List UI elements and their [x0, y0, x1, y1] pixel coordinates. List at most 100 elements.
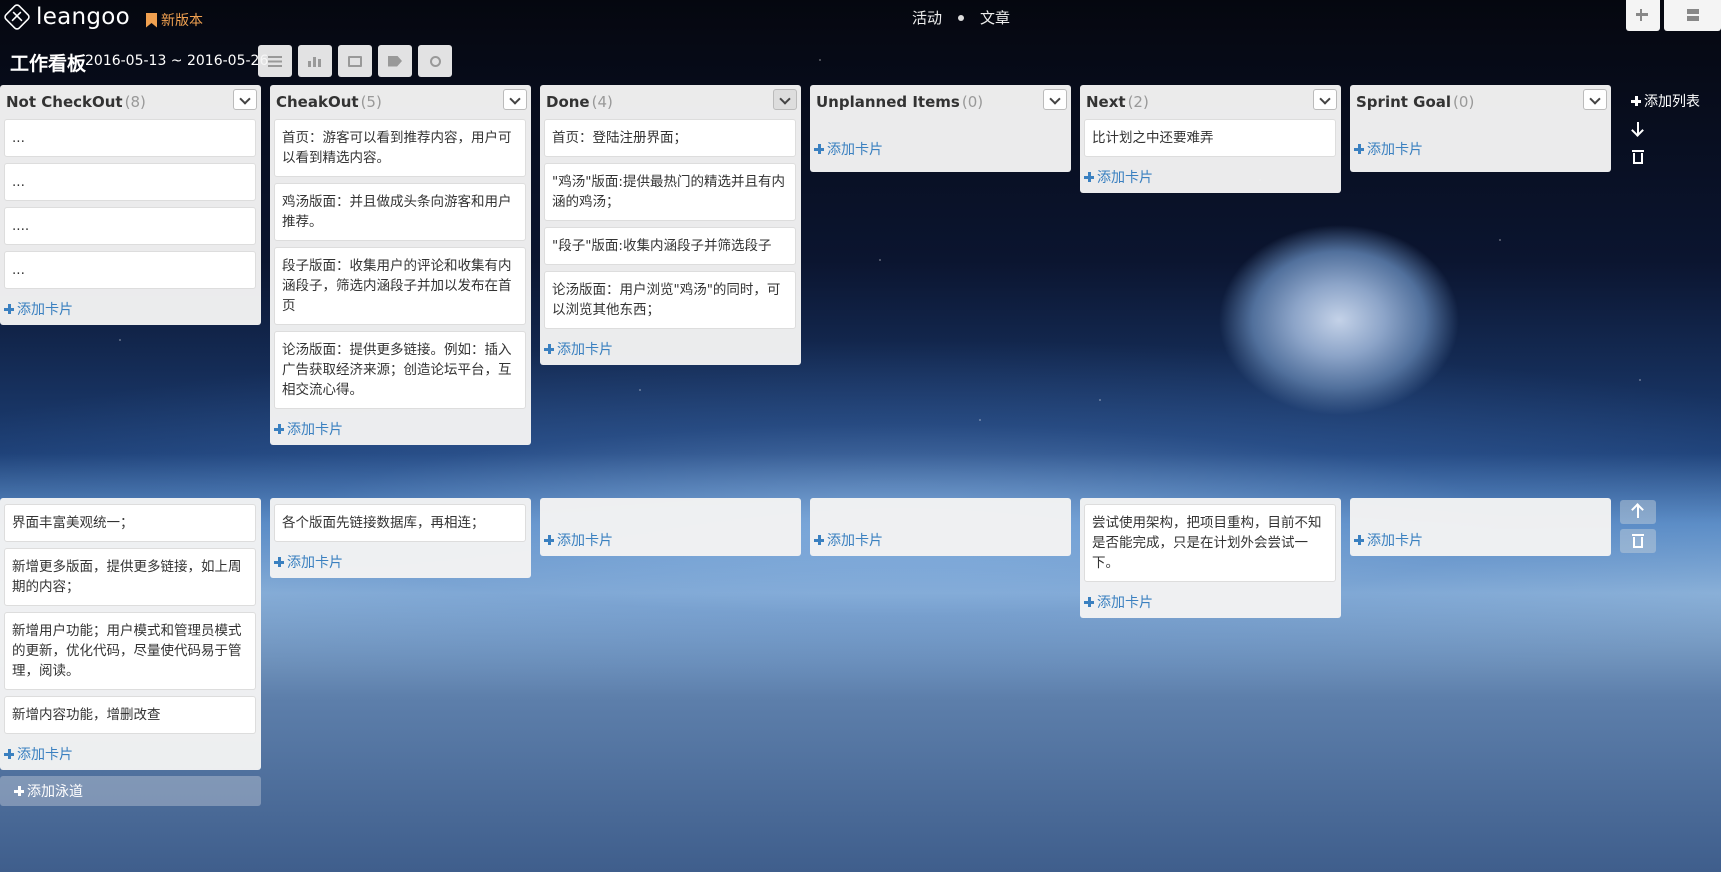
column-count: (5): [360, 93, 382, 111]
add-swimlane-button[interactable]: 添加泳道: [0, 776, 261, 806]
add-card-button[interactable]: 添加卡片: [1350, 135, 1611, 165]
chevron-down-icon[interactable]: [1313, 89, 1337, 110]
add-card-button[interactable]: 添加卡片: [810, 135, 1071, 165]
card[interactable]: ...: [4, 251, 256, 289]
board-title: 工作看板: [10, 53, 87, 75]
lane2-column-cheakout: 各个版面先链接数据库，再相连； 添加卡片: [270, 498, 531, 578]
add-list-button[interactable]: 添加列表: [1631, 91, 1700, 111]
add-card-label: 添加卡片: [17, 302, 73, 318]
plus-icon: [4, 749, 14, 759]
plus-icon: [1631, 96, 1641, 106]
card[interactable]: 界面丰富美观统一；: [4, 504, 256, 542]
add-card-label: 添加卡片: [827, 142, 883, 158]
plus-icon: [1084, 597, 1094, 607]
add-card-button[interactable]: 添加卡片: [270, 415, 531, 445]
column-title: Sprint Goal: [1356, 93, 1452, 111]
card[interactable]: "鸡汤"版面:提供最热门的精选并且有内涵的鸡汤；: [544, 163, 796, 221]
lane2-column-done: 添加卡片: [540, 498, 801, 556]
lane2-column-not-checkout: 界面丰富美观统一； 新增更多版面，提供更多链接，如上周期的内容； 新增用户功能；…: [0, 498, 261, 770]
toolbar-export-button[interactable]: [338, 45, 372, 77]
column-cheakout: CheakOut (5) 首页：游客可以看到推荐内容，用户可以看到精选内容。 鸡汤…: [270, 85, 531, 445]
chevron-down-icon[interactable]: [233, 89, 257, 110]
logo[interactable]: leangoo: [2, 2, 131, 32]
add-card-button[interactable]: 添加卡片: [1080, 163, 1341, 193]
card[interactable]: 论汤版面：提供更多链接。例如：插入广告获取经济来源；创造论坛平台，互相交流心得。: [274, 331, 526, 409]
chevron-down-icon[interactable]: [1583, 89, 1607, 110]
top-nav: 活动 文章: [912, 7, 1010, 28]
column-sprint-goal: Sprint Goal (0) 添加卡片: [1350, 85, 1611, 172]
lane2-column-next: 尝试使用架构，把项目重构，目前不知是否能完成，只是在计划外会尝试一下。 添加卡片: [1080, 498, 1341, 618]
add-card-button[interactable]: 添加卡片: [1080, 588, 1341, 618]
trash-icon: [1632, 534, 1644, 548]
toolbar-list-button[interactable]: [258, 45, 292, 77]
column-next: Next (2) 比计划之中还要难弄 添加卡片: [1080, 85, 1341, 193]
add-card-label: 添加卡片: [1367, 533, 1423, 549]
card[interactable]: ...: [4, 119, 256, 157]
add-card-button[interactable]: 添加卡片: [270, 548, 531, 578]
board-menu-button[interactable]: [1664, 0, 1721, 31]
card[interactable]: 新增用户功能；用户模式和管理员模式的更新，优化代码，尽量使代码易于管理，阅读。: [4, 612, 256, 690]
column-title: Done: [546, 93, 590, 111]
toolbar-chart-button[interactable]: [298, 45, 332, 77]
add-card-button[interactable]: 添加卡片: [540, 498, 801, 556]
chevron-down-icon[interactable]: [503, 89, 527, 110]
column-header: Unplanned Items (0): [810, 85, 1071, 115]
nav-articles[interactable]: 文章: [980, 7, 1010, 28]
plus-icon: [14, 786, 24, 796]
add-card-button[interactable]: 添加卡片: [0, 740, 261, 770]
column-count: (8): [124, 93, 146, 111]
board-dates: 2016-05-13 ~ 2016-05-26: [85, 53, 269, 69]
trash-icon: [1632, 150, 1644, 164]
plus-icon: [1354, 535, 1364, 545]
add-card-label: 添加卡片: [557, 342, 613, 358]
card[interactable]: 比计划之中还要难弄: [1084, 119, 1336, 157]
add-card-label: 添加卡片: [557, 533, 613, 549]
column-unplanned-items: Unplanned Items (0) 添加卡片: [810, 85, 1071, 172]
logo-text: leangoo: [36, 4, 131, 30]
add-card-button[interactable]: 添加卡片: [540, 335, 801, 365]
plus-icon: [544, 344, 554, 354]
card[interactable]: 鸡汤版面：并且做成头条向游客和用户推荐。: [274, 183, 526, 241]
card[interactable]: 尝试使用架构，把项目重构，目前不知是否能完成，只是在计划外会尝试一下。: [1084, 504, 1336, 582]
plus-icon: [814, 144, 824, 154]
chevron-down-icon[interactable]: [773, 89, 797, 110]
delete-lane-button[interactable]: [1620, 529, 1656, 553]
column-title: CheakOut: [276, 93, 359, 111]
card[interactable]: 段子版面：收集用户的评论和收集有内涵段子，筛选内涵段子并加以发布在首页: [274, 247, 526, 325]
card[interactable]: 首页：游客可以看到推荐内容，用户可以看到精选内容。: [274, 119, 526, 177]
column-header: CheakOut (5): [270, 85, 531, 115]
toolbar-search-button[interactable]: [418, 45, 452, 77]
grid-icon: [1686, 9, 1699, 21]
add-button[interactable]: [1626, 0, 1660, 31]
card[interactable]: ....: [4, 207, 256, 245]
card[interactable]: ...: [4, 163, 256, 201]
arrow-down-icon: [1637, 122, 1639, 134]
delete-lane-button[interactable]: [1620, 145, 1656, 169]
card[interactable]: 各个版面先链接数据库，再相连；: [274, 504, 526, 542]
add-card-label: 添加卡片: [1097, 595, 1153, 611]
add-card-button[interactable]: 添加卡片: [0, 295, 261, 325]
column-count: (0): [1453, 93, 1475, 111]
lane2-column-unplanned-items: 添加卡片: [810, 498, 1071, 556]
add-card-label: 添加卡片: [1097, 170, 1153, 186]
card[interactable]: "段子"版面:收集内涵段子并筛选段子: [544, 227, 796, 265]
column-not-checkout: Not CheckOut (8) ... ... .... ... 添加卡片: [0, 85, 261, 325]
new-version-label: 新版本: [161, 13, 203, 29]
new-version-link[interactable]: 新版本: [146, 10, 203, 30]
add-card-button[interactable]: 添加卡片: [810, 498, 1071, 556]
chevron-down-icon[interactable]: [1043, 89, 1067, 110]
move-lane-up-button[interactable]: [1620, 500, 1656, 524]
toolbar-tag-button[interactable]: [378, 45, 412, 77]
card[interactable]: 首页：登陆注册界面；: [544, 119, 796, 157]
column-title: Next: [1086, 93, 1126, 111]
add-card-button[interactable]: 添加卡片: [1350, 498, 1611, 556]
card[interactable]: 新增内容功能，增删改查: [4, 696, 256, 734]
nav-activity[interactable]: 活动: [912, 7, 942, 28]
plus-icon: [1354, 144, 1364, 154]
card[interactable]: 新增更多版面，提供更多链接，如上周期的内容；: [4, 548, 256, 606]
plus-icon: [1084, 172, 1094, 182]
external-link-icon: [348, 55, 362, 67]
card[interactable]: 论汤版面：用户浏览"鸡汤"的同时，可以浏览其他东西；: [544, 271, 796, 329]
move-lane-down-button[interactable]: [1620, 116, 1656, 140]
add-swimlane-label: 添加泳道: [27, 784, 83, 800]
